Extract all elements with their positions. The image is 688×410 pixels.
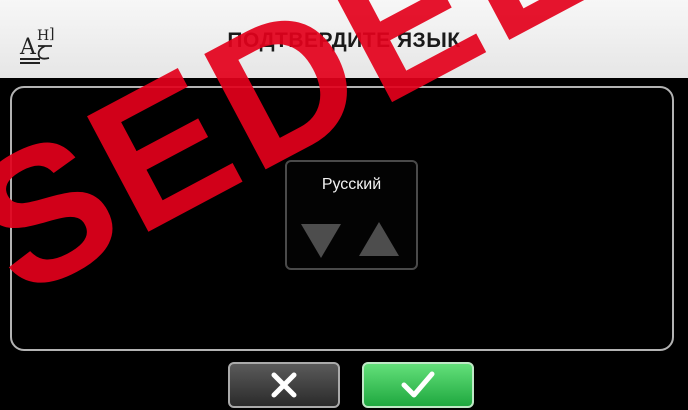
confirm-button[interactable] [362, 362, 474, 408]
language-selector: Русский [285, 160, 418, 270]
arrow-down-icon[interactable] [299, 220, 343, 260]
header-bar: A H ] ПОДТВЕРДИТЕ ЯЗЫК [0, 0, 688, 78]
selected-language-label: Русский [321, 176, 382, 193]
arrow-up-icon[interactable] [357, 220, 401, 260]
page-title: ПОДТВЕРДИТЕ ЯЗЫК [227, 29, 461, 52]
close-icon [271, 372, 297, 398]
cancel-button[interactable] [228, 362, 340, 408]
checkmark-icon [401, 371, 435, 398]
